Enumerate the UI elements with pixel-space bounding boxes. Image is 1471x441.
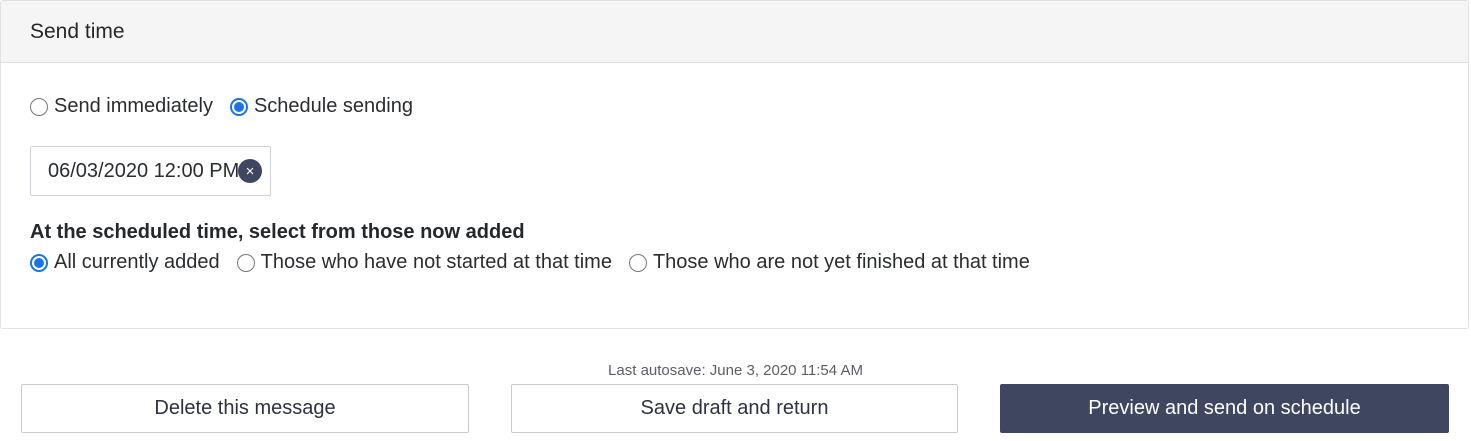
schedule-sending-option[interactable]: Schedule sending [229, 95, 413, 118]
send-immediately-option[interactable]: Send immediately [30, 95, 213, 118]
not-finished-radio[interactable] [628, 253, 647, 272]
schedule-datetime-field: × [30, 146, 271, 196]
clear-icon[interactable]: × [238, 159, 262, 183]
panel-title: Send time [30, 19, 125, 43]
recipients-heading: At the scheduled time, select from those… [30, 221, 525, 243]
preview-send-button[interactable]: Preview and send on schedule [1000, 384, 1449, 433]
not-finished-label: Those who are not yet finished at that t… [652, 251, 1030, 273]
all-added-radio[interactable] [30, 253, 48, 272]
delete-message-button[interactable]: Delete this message [21, 384, 469, 433]
schedule-sending-label: Schedule sending [253, 95, 413, 117]
not-started-radio[interactable] [236, 253, 255, 272]
all-added-label: All currently added [54, 251, 220, 273]
all-added-option[interactable]: All currently added [30, 251, 220, 274]
save-draft-button[interactable]: Save draft and return [511, 384, 958, 433]
send-mode-group: Send immediately Schedule sending [30, 95, 430, 118]
not-started-option[interactable]: Those who have not started at that time [236, 251, 612, 274]
autosave-status: Last autosave: June 3, 2020 11:54 AM [608, 362, 863, 379]
recipients-group: All currently added Those who have not s… [30, 251, 1047, 274]
send-time-panel: Send time Send immediately Schedule send… [0, 0, 1469, 329]
schedule-datetime-input[interactable] [31, 147, 270, 195]
send-immediately-radio[interactable] [30, 97, 48, 116]
schedule-sending-radio[interactable] [229, 97, 248, 116]
send-immediately-label: Send immediately [54, 95, 213, 117]
panel-header: Send time [1, 1, 1468, 63]
not-started-label: Those who have not started at that time [260, 251, 612, 273]
not-finished-option[interactable]: Those who are not yet finished at that t… [628, 251, 1030, 274]
